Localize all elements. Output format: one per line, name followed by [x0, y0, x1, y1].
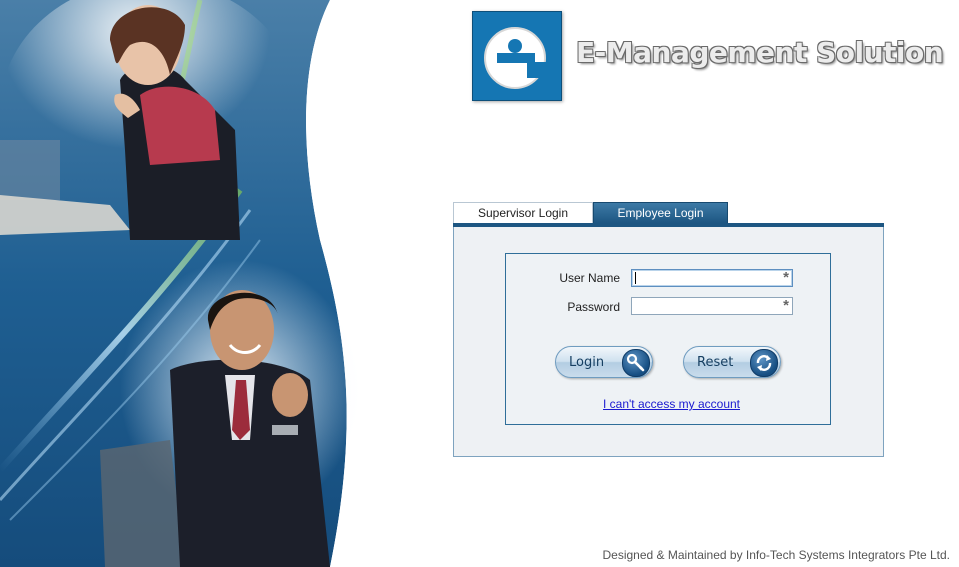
e-letter-icon [484, 27, 549, 89]
footer-credits: Designed & Maintained by Info-Tech Syste… [602, 548, 950, 562]
username-label: User Name [559, 271, 620, 285]
hero-banner [0, 0, 360, 567]
tab-underline [453, 223, 884, 227]
key-icon [622, 349, 650, 377]
username-input[interactable] [634, 272, 774, 286]
reset-button[interactable]: Reset [683, 346, 781, 378]
required-asterisk-icon: * [783, 269, 789, 286]
password-label: Password [567, 300, 620, 314]
app-logo [472, 11, 562, 101]
password-field[interactable]: * [631, 297, 793, 315]
password-input[interactable] [634, 300, 774, 314]
refresh-icon [750, 349, 778, 377]
cant-access-account-link[interactable]: I can't access my account [603, 397, 740, 411]
tab-employee-login[interactable]: Employee Login [593, 202, 728, 223]
username-field[interactable]: * [631, 269, 793, 287]
login-button[interactable]: Login [555, 346, 653, 378]
required-asterisk-icon: * [783, 297, 789, 314]
text-caret [635, 272, 636, 284]
hero-illustration [0, 0, 360, 567]
app-title: E-Management Solution [576, 36, 944, 69]
tab-supervisor-login[interactable]: Supervisor Login [453, 202, 593, 223]
reset-button-label: Reset [697, 355, 734, 370]
login-button-label: Login [569, 355, 605, 370]
